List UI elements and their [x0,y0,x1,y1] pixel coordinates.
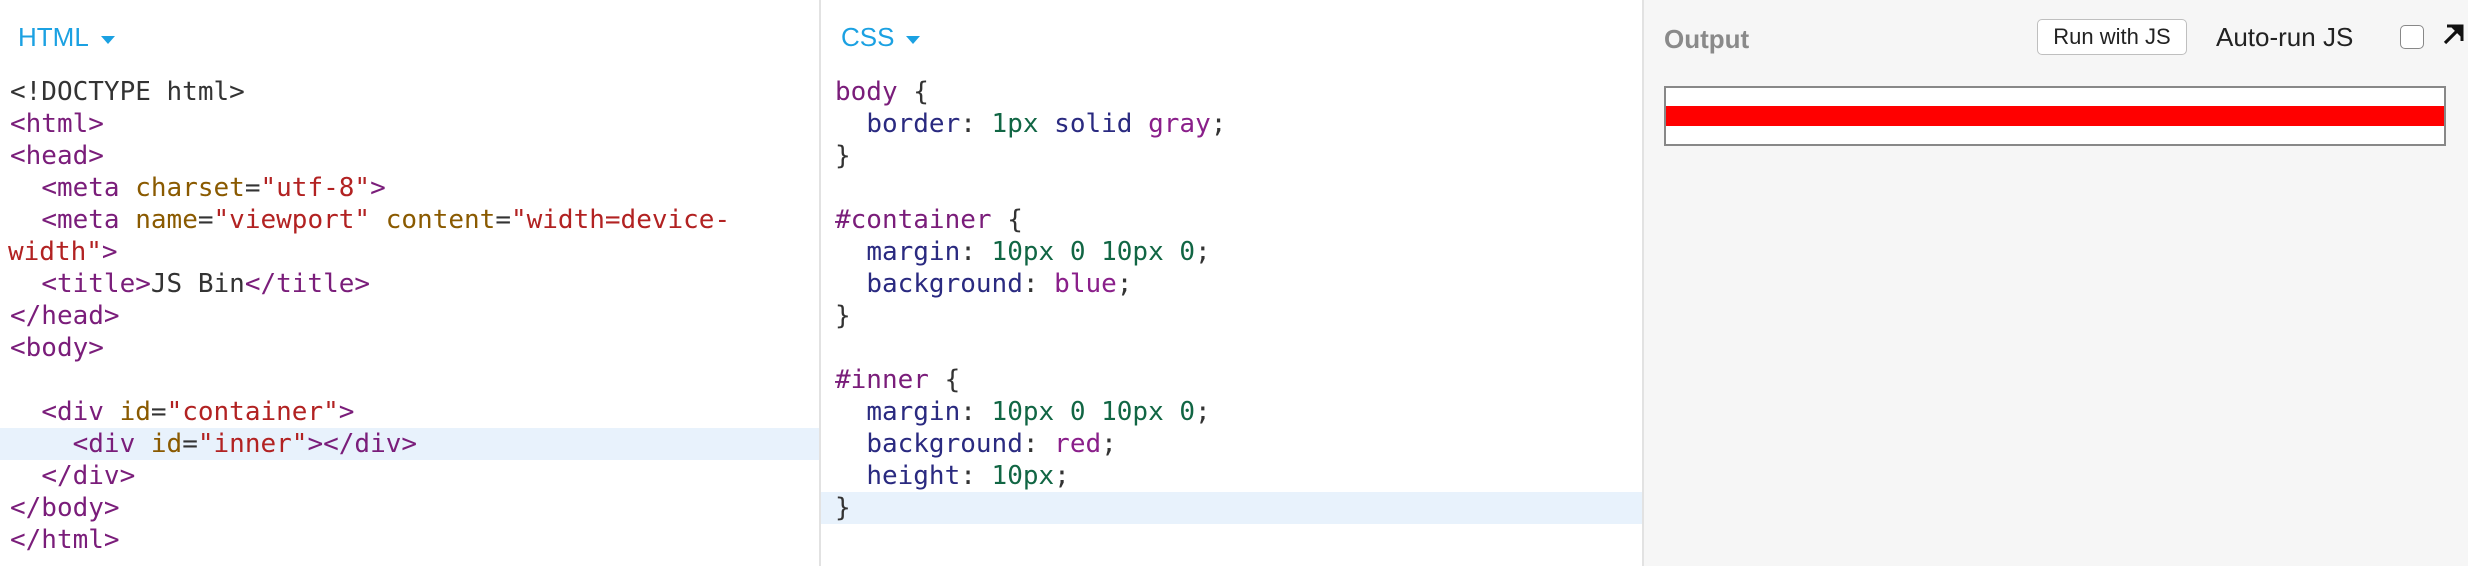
code-line: #container { [835,205,1023,235]
autorun-js-label: Auto-run JS [2216,22,2354,52]
preview-inner-red-bar [1666,106,2444,126]
chevron-down-icon [906,35,921,44]
css-panel-menu[interactable]: CSS [841,22,921,53]
autorun-js-checkbox[interactable] [2400,25,2424,49]
css-panel-header: CSS [821,0,1642,78]
code-line: #inner { [835,365,961,395]
code-line: height: 10px; [866,461,1070,491]
code-line: width"> [8,237,118,267]
code-line: background: red; [866,429,1117,459]
output-preview-frame [1664,86,2446,146]
code-line: <head> [10,141,104,171]
code-line: </head> [10,301,120,331]
code-line: <html> [10,109,104,139]
css-panel: CSS body { border: 1px solid gray; } #co… [821,0,1644,566]
code-line: <!DOCTYPE html> [10,77,245,107]
code-line: border: 1px solid gray; [866,109,1227,139]
code-line: <meta name="viewport" content="width=dev… [41,205,731,235]
code-line: } [835,301,851,331]
run-with-js-button[interactable]: Run with JS [2037,19,2187,55]
code-line: body { [835,77,929,107]
html-panel-menu[interactable]: HTML [18,22,115,53]
code-line: </div> [41,461,136,491]
html-panel-header: HTML [0,0,819,78]
code-line: } [835,141,851,171]
code-line-active: <div id="inner"></div> [0,428,819,460]
css-panel-label: CSS [841,22,895,52]
chevron-down-icon [100,35,115,44]
css-editor[interactable]: body { border: 1px solid gray; } #contai… [821,76,1642,524]
code-line: <div id="container"> [41,397,355,427]
code-line: <body> [10,333,104,363]
output-panel: Output Run with JS Auto-run JS [1644,0,2468,566]
code-line: </html> [10,525,120,555]
code-line: margin: 10px 0 10px 0; [866,237,1211,267]
code-line: margin: 10px 0 10px 0; [866,397,1211,427]
code-line: <title>JS Bin</title> [41,269,371,299]
code-line: <meta charset="utf-8"> [41,173,386,203]
jsbin-app: HTML <!DOCTYPE html> <html> <head> <meta… [0,0,2468,566]
code-line: </body> [10,493,120,523]
html-editor[interactable]: <!DOCTYPE html> <html> <head> <meta char… [0,76,819,556]
output-title: Output [1664,24,1750,54]
html-panel-label: HTML [18,22,89,52]
html-panel: HTML <!DOCTYPE html> <html> <head> <meta… [0,0,821,566]
code-line-active: } [821,492,1642,524]
code-line: background: blue; [866,269,1133,299]
popout-arrow-icon[interactable] [2440,22,2466,48]
